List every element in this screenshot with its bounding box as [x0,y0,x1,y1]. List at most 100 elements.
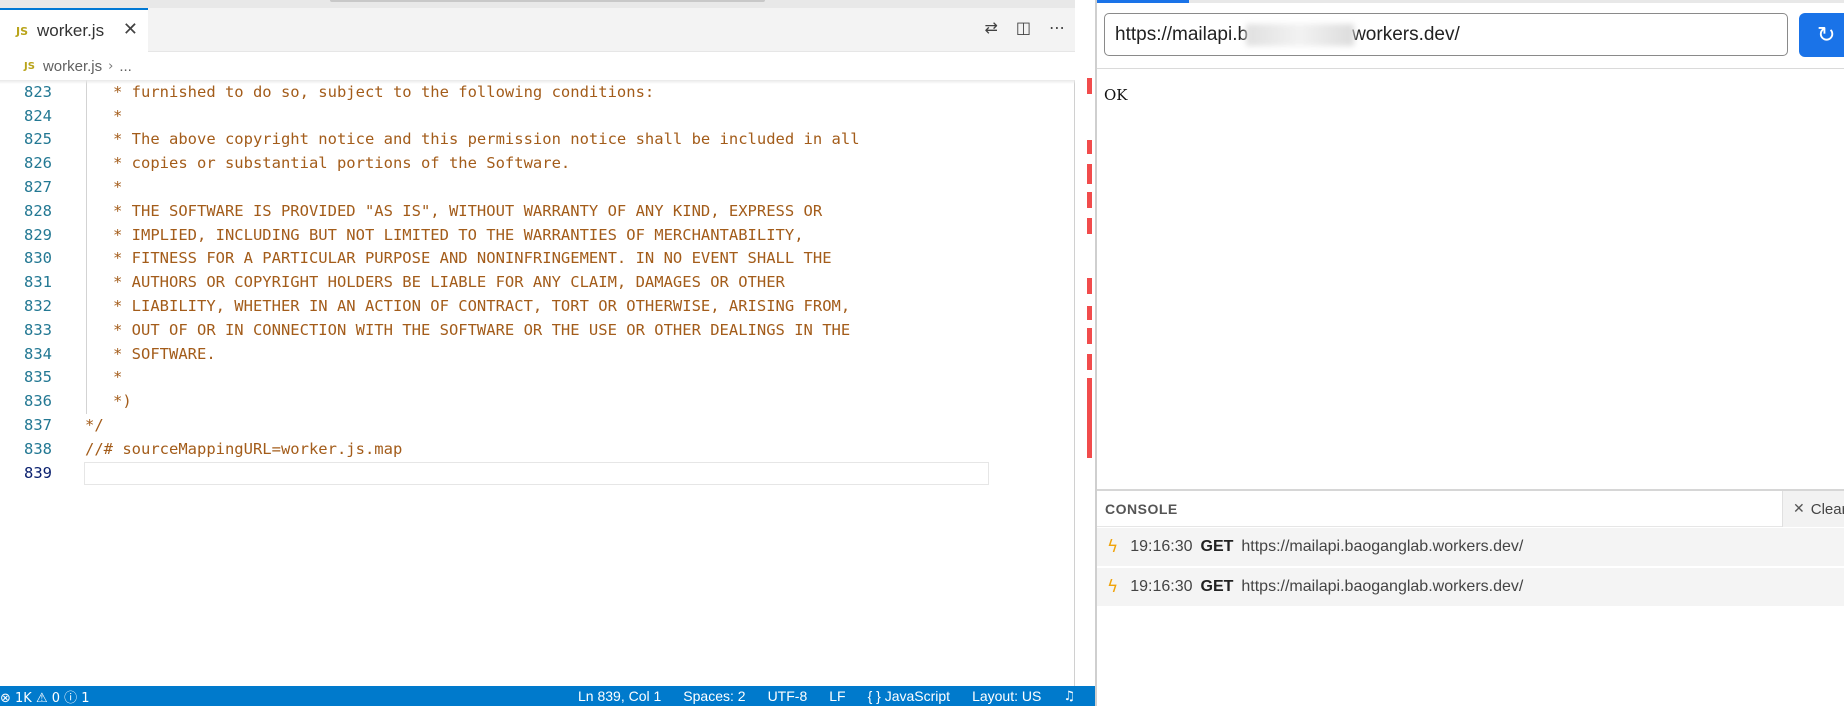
editor-actions: ⇄ ◫ ⋯ [984,18,1065,37]
console-panel: CONSOLE ✕ Clear ϟ 19:16:30 GET https://mail… [1097,489,1844,706]
response-body: OK [1104,86,1128,104]
log-method: GET [1200,578,1234,595]
keyboard-layout[interactable]: Layout: US [972,688,1041,704]
code-text: //# sourceMappingURL=worker.js.map [85,439,403,458]
line-number: 834 [24,344,52,363]
log-time: 19:16:30 [1130,538,1193,555]
close-tab-icon[interactable]: ✕ [123,19,138,40]
code-line[interactable]: 828 * THE SOFTWARE IS PROVIDED "AS IS", … [0,199,1075,224]
code-text: * [85,106,123,125]
end-of-line[interactable]: LF [829,688,845,704]
log-method: GET [1200,538,1234,555]
line-number: 832 [24,297,52,315]
console-log-row[interactable]: ϟ 19:16:30 GET https://mailapi.baoganglab.w… [1097,568,1844,606]
code-text: * The above copyright notice and this pe… [85,130,860,149]
code-line[interactable]: 836 *) [0,390,1075,414]
indentation[interactable]: Spaces: 2 [683,688,745,704]
preview-top-strip [1097,0,1844,3]
log-url: https://mailapi.baoganglab.workers.dev/ [1241,538,1524,555]
code-line[interactable]: 827 * [0,176,1075,200]
code-line[interactable]: 835 * [0,366,1075,391]
tab-worker-js[interactable]: JS worker.js ✕ [0,8,148,52]
code-text: * LIABILITY, WHETHER IN AN ACTION OF CON… [85,297,851,315]
redacted-segment [1246,23,1355,46]
log-url: https://mailapi.baoganglab.workers.dev/ [1241,578,1524,595]
line-number: 830 [24,249,52,268]
tab-label: worker.js [37,21,105,40]
line-number: 835 [24,368,52,387]
line-number: 826 [24,154,52,173]
problems-indicator[interactable]: ⊗ 1K ⚠ 0 ⓘ 1 [0,687,90,706]
split-editor-icon[interactable]: ◫ [1016,18,1031,37]
breadcrumb-file[interactable]: worker.js [43,58,102,75]
code-line[interactable]: 829 * IMPLIED, INCLUDING BUT NOT LIMITED… [0,223,1075,248]
clear-label: Clear [1810,500,1844,518]
log-time: 19:16:30 [1130,578,1193,595]
code-line[interactable]: 834 * SOFTWARE. [0,342,1075,367]
javascript-file-icon: JS [24,60,35,72]
line-number: 839 [24,463,52,482]
line-number: 828 [24,201,52,220]
reload-button[interactable]: ↻ [1799,13,1844,57]
code-line[interactable]: 824 * [0,104,1075,129]
close-icon: ✕ [1793,501,1805,517]
line-number: 827 [24,178,52,196]
current-line-highlight [84,461,989,485]
code-text: * THE SOFTWARE IS PROVIDED "AS IS", WITH… [85,201,823,220]
code-text: * [85,178,123,196]
title-strip [0,0,1075,8]
console-title: CONSOLE [1105,501,1178,517]
active-tab-indicator [1097,0,1189,3]
code-line[interactable]: 823 * furnished to do so, subject to the… [0,80,1075,105]
notifications-bell-icon[interactable]: ♫ [1063,689,1075,704]
breadcrumb-shadow [0,80,1075,84]
breadcrumb: JS worker.js › ... [0,52,1075,80]
reload-icon: ↻ [1817,22,1836,48]
code-text: * furnished to do so, subject to the fol… [85,82,655,101]
divider [1097,68,1844,69]
code-area[interactable]: 822 * copies of the Software, and to per… [0,68,1075,686]
code-text: * SOFTWARE. [85,344,216,363]
encoding[interactable]: UTF-8 [768,688,808,704]
code-text: * [85,368,123,387]
clear-console-button[interactable]: ✕ Clear [1782,491,1844,527]
code-line[interactable]: 838 //# sourceMappingURL=worker.js.map [0,438,1075,462]
scrollbar-error-markers[interactable] [1087,78,1092,458]
drag-handle[interactable] [330,0,765,2]
javascript-file-icon: JS [16,24,29,38]
code-text: * OUT OF OR IN CONNECTION WITH THE SOFTW… [85,320,851,339]
url-input[interactable]: https://mailapi.b workers.dev/ [1104,13,1788,56]
line-number: 823 [24,82,52,101]
code-editor: JS worker.js ✕ ⇄ ◫ ⋯ 822 * copies of the… [0,0,1092,706]
compare-changes-icon[interactable]: ⇄ [984,18,997,37]
tab-bar: JS worker.js ✕ ⇄ ◫ ⋯ [0,8,1075,52]
code-text: * copies or substantial portions of the … [85,154,571,173]
code-line[interactable]: 830 * FITNESS FOR A PARTICULAR PURPOSE A… [0,247,1075,272]
code-line[interactable]: 832 * LIABILITY, WHETHER IN AN ACTION OF… [0,295,1075,319]
code-line[interactable]: 831 * AUTHORS OR COPYRIGHT HOLDERS BE LI… [0,271,1075,295]
code-line[interactable]: 837 */ [0,414,1075,438]
status-bar: ⊗ 1K ⚠ 0 ⓘ 1 Ln 839, Col 1 Spaces: 2 UTF… [0,686,1095,706]
breadcrumb-more[interactable]: ... [119,58,132,75]
code-text: * IMPLIED, INCLUDING BUT NOT LIMITED TO … [85,225,804,244]
console-log-row[interactable]: ϟ 19:16:30 GET https://mailapi.baoganglab.w… [1097,528,1844,566]
code-text: *) [85,392,132,411]
code-text: * FITNESS FOR A PARTICULAR PURPOSE AND N… [85,249,832,268]
line-number: 837 [24,416,52,434]
url-prefix: https://mailapi.b [1115,23,1249,45]
code-text: */ [85,416,104,434]
cursor-position[interactable]: Ln 839, Col 1 [578,688,661,704]
code-line[interactable]: 839 [0,461,1075,486]
preview-panel: https://mailapi.b workers.dev/ ↻ OK CONSO… [1095,0,1844,706]
console-header: CONSOLE ✕ Clear [1097,491,1844,527]
code-line[interactable]: 826 * copies or substantial portions of … [0,152,1075,176]
code-line[interactable]: 833 * OUT OF OR IN CONNECTION WITH THE S… [0,318,1075,343]
code-line[interactable]: 825 * The above copyright notice and thi… [0,128,1075,153]
more-actions-icon[interactable]: ⋯ [1049,18,1065,37]
line-number: 838 [24,439,52,458]
url-suffix: workers.dev/ [1352,23,1460,45]
language-mode[interactable]: { } JavaScript [868,688,951,704]
line-number: 824 [24,106,52,125]
breadcrumb-separator-icon: › [108,58,114,74]
line-number: 831 [24,273,52,292]
